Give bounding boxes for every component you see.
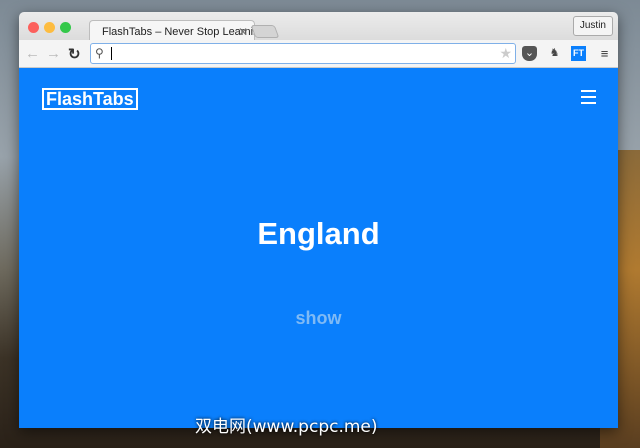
maximize-window-button[interactable] — [60, 22, 71, 33]
forward-icon[interactable]: → — [46, 45, 61, 62]
close-window-button[interactable] — [28, 22, 39, 33]
tab-bar: FlashTabs – Never Stop Learning ✕ Justin — [19, 12, 618, 41]
tab-flashtabs[interactable]: FlashTabs – Never Stop Learning ✕ — [89, 20, 255, 41]
address-bar[interactable]: ⚲ ★ — [90, 43, 516, 64]
evernote-icon[interactable]: ♞ — [547, 46, 562, 61]
chrome-menu-icon[interactable]: ≡ — [597, 46, 612, 61]
page-content: FlashTabs England show — [19, 68, 618, 428]
flashtabs-extension-icon[interactable]: FT — [571, 46, 586, 61]
flashcard-word: England — [257, 216, 380, 251]
tab-title: FlashTabs – Never Stop Learning — [102, 26, 255, 38]
new-tab-button[interactable] — [250, 25, 280, 38]
bookmark-star-icon[interactable]: ★ — [499, 45, 512, 62]
back-icon[interactable]: ← — [25, 45, 40, 62]
text-cursor — [111, 47, 112, 60]
browser-window: FlashTabs – Never Stop Learning ✕ Justin … — [19, 12, 618, 428]
close-tab-icon[interactable]: ✕ — [238, 25, 248, 39]
show-answer-button[interactable]: show — [19, 308, 618, 329]
watermark: 双电网(www.pcpc.me) — [195, 417, 378, 437]
pocket-icon[interactable]: ⌄ — [522, 46, 537, 61]
hamburger-menu-icon[interactable] — [581, 90, 596, 108]
toolbar: ← → ↻ ⚲ ★ ⌄ ♞ FT ≡ — [19, 40, 618, 68]
search-icon: ⚲ — [95, 46, 104, 60]
flashtabs-logo[interactable]: FlashTabs — [42, 88, 138, 110]
minimize-window-button[interactable] — [44, 22, 55, 33]
reload-icon[interactable]: ↻ — [68, 45, 81, 63]
user-profile-button[interactable]: Justin — [572, 16, 613, 36]
